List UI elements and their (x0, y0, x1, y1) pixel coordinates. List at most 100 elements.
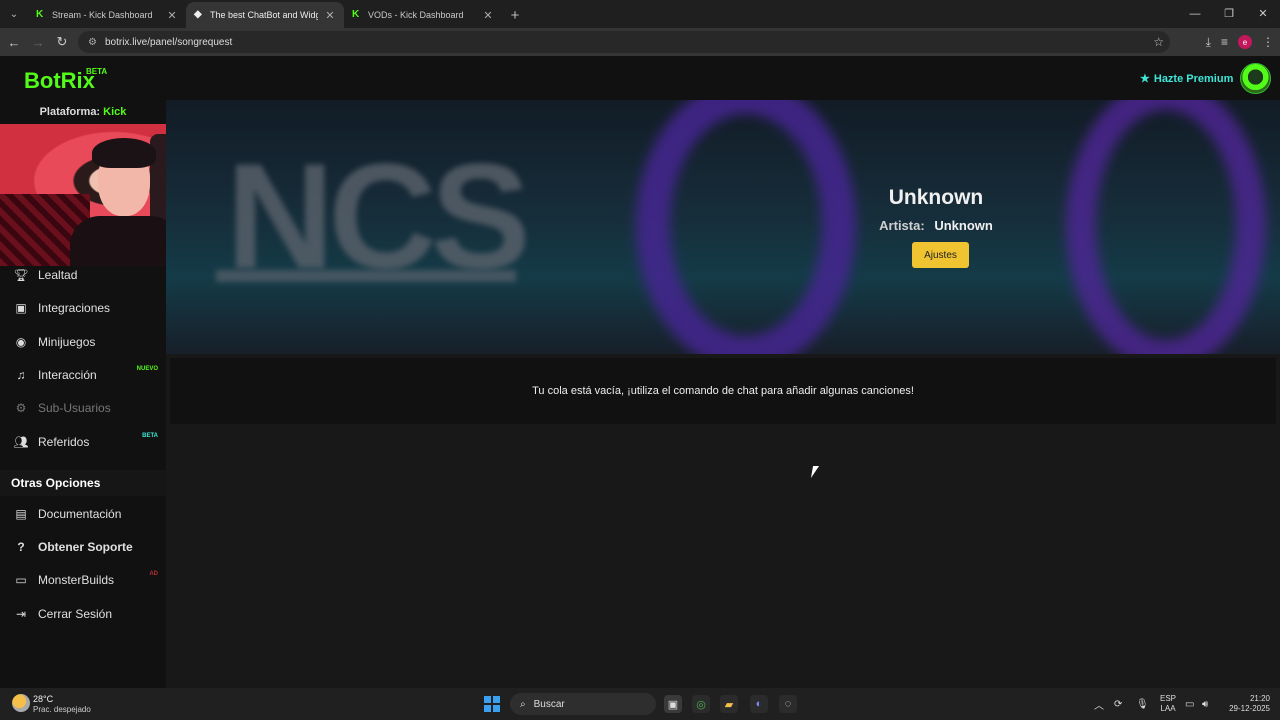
menu-dots-icon[interactable]: ⋮ (1262, 35, 1274, 49)
media-control-icon[interactable]: ≡ (1221, 35, 1228, 49)
clock-time: 21:20 (1249, 694, 1270, 703)
sidebar-item-label: Integraciones (38, 301, 111, 315)
new-badge: NUEVO (136, 366, 158, 372)
premium-label: Hazte Premium (1153, 72, 1234, 85)
tab-stream-dashboard[interactable]: K Stream - Kick Dashboard ✕ (28, 2, 186, 28)
kick-favicon-icon: K (352, 9, 360, 20)
taskbar-search[interactable]: ⌕ Buscar (510, 693, 656, 715)
restore-icon[interactable]: ❐ (1212, 0, 1246, 28)
sidebar-item-minijuegos[interactable]: ◉ Minijuegos (0, 327, 166, 357)
sidebar-item-sub-usuarios[interactable]: ⚙ Sub-Usuarios (0, 393, 166, 423)
task-view-icon[interactable]: ▣ (664, 695, 682, 713)
integrations-icon: ▣ (15, 301, 27, 315)
sidebar-item-cerrar-sesion[interactable]: ⇥ Cerrar Sesión (0, 599, 166, 629)
weather-icon[interactable] (12, 694, 30, 712)
address-bar[interactable]: ⚙ botrix.live/panel/songrequest ☆ (78, 31, 1170, 53)
user-avatar[interactable] (1240, 63, 1271, 94)
clock[interactable]: 21:20 29-12-2025 (1224, 694, 1270, 714)
file-explorer-icon[interactable]: ▰ (720, 695, 738, 713)
close-icon[interactable]: ✕ (166, 9, 178, 22)
sidebar-item-monsterbuilds[interactable]: ▭ MonsterBuilds AD (0, 565, 166, 595)
show-hidden-icons-icon[interactable]: ︿ (1094, 697, 1104, 712)
other-options-heading: Otras Opciones (0, 470, 166, 496)
users-icon: 👥︎ (13, 435, 29, 449)
microphone-icon[interactable]: 🎙︎ (1136, 699, 1149, 710)
tab-title: Stream - Kick Dashboard (52, 10, 153, 20)
volume-icon[interactable]: 🔊︎ (1202, 699, 1208, 710)
kick-favicon-icon: K (36, 9, 44, 20)
sidebar-item-label: Lealtad (38, 268, 78, 282)
sync-icon[interactable]: ⟳ (1114, 699, 1122, 710)
logout-icon: ⇥ (15, 607, 27, 621)
webcam-hair (92, 138, 156, 168)
settings-button[interactable]: Ajustes (912, 242, 969, 268)
music-icon: ♫ (16, 368, 26, 382)
star-icon: ★ (1140, 73, 1150, 85)
logo-beta-badge: BETA (86, 67, 108, 76)
mouse-cursor (810, 466, 820, 478)
botrix-favicon-icon: ◆ (194, 9, 202, 20)
sidebar-item-label: Cerrar Sesión (38, 607, 113, 621)
botrix-app: BotRix BETA ★ Hazte Premium Plataforma: … (0, 56, 1280, 688)
platform-value: Kick (103, 106, 127, 118)
banner-overlay (166, 100, 1280, 354)
clock-date: 29-12-2025 (1229, 704, 1270, 713)
tab-botrix[interactable]: ◆ The best ChatBot and Widgets ✕ (186, 2, 344, 28)
close-window-icon[interactable]: ✕ (1246, 0, 1280, 28)
close-icon[interactable]: ✕ (324, 9, 336, 22)
profile-avatar[interactable]: e (1238, 35, 1252, 49)
chrome-icon[interactable]: ◎ (692, 695, 710, 713)
bookmark-star-icon[interactable]: ☆ (1153, 35, 1164, 49)
lang-code: ESP (1160, 694, 1177, 703)
sidebar-item-label: MonsterBuilds (38, 573, 115, 587)
sidebar-item-label: Sub-Usuarios (38, 401, 111, 415)
toolbar-actions: ⤓ ≡ e ⋮ (1206, 28, 1274, 56)
language-indicator[interactable]: ESP LAA (1160, 694, 1176, 714)
app-icon[interactable]: ◌ (779, 695, 797, 713)
top-navbar: BotRix BETA ★ Hazte Premium (0, 56, 1280, 100)
network-icon[interactable]: ▭ (1185, 699, 1194, 710)
platform-label: Plataforma: (39, 106, 101, 118)
forward-icon[interactable]: → (26, 35, 50, 50)
song-queue: Tu cola está vacía, ¡utiliza el comando … (170, 358, 1276, 424)
sidebar-item-soporte[interactable]: ? Obtener Soporte (0, 532, 166, 562)
question-icon: ? (17, 540, 25, 554)
ad-badge: AD (149, 571, 158, 577)
sidebar-item-label: Referidos (38, 435, 90, 449)
weather-temperature[interactable]: 28°C (33, 694, 53, 704)
browser-toolbar: ← → ↻ ⚙ botrix.live/panel/songrequest ☆ … (0, 28, 1280, 56)
reload-icon[interactable]: ↻ (50, 34, 74, 50)
weather-description[interactable]: Prac. despejado (33, 705, 91, 714)
premium-link[interactable]: ★ Hazte Premium (1140, 72, 1234, 86)
sidebar-item-label: Minijuegos (38, 335, 96, 349)
new-tab-button[interactable]: + (502, 2, 528, 28)
botrix-logo[interactable]: BotRix (24, 68, 95, 94)
window-controls: — ❐ ✕ (1178, 0, 1280, 28)
minimize-icon[interactable]: — (1178, 0, 1212, 28)
queue-empty-message: Tu cola está vacía, ¡utiliza el comando … (532, 385, 914, 397)
platform-indicator: Plataforma: Kick (0, 106, 166, 118)
start-button[interactable] (484, 696, 500, 712)
layout-code: LAA (1160, 704, 1176, 713)
sidebar-item-integraciones[interactable]: ▣ Integraciones (0, 293, 166, 323)
tab-vods-dashboard[interactable]: K VODs - Kick Dashboard ✕ (344, 2, 502, 28)
sidebar-item-label: Interacción (38, 368, 97, 382)
sidebar-item-interaccion[interactable]: ♫ Interacción NUEVO (0, 360, 166, 390)
sidebar-item-label: Documentación (38, 507, 122, 521)
site-info-icon[interactable]: ⚙ (88, 37, 97, 48)
tab-search-button[interactable]: ⌄ (0, 0, 28, 28)
beta-badge: BETA (142, 433, 158, 439)
book-icon: ▤ (15, 507, 27, 521)
browser-tab-bar: ⌄ K Stream - Kick Dashboard ✕ ◆ The best… (0, 0, 1280, 28)
sidebar-item-referidos[interactable]: 👥︎ Referidos BETA (0, 427, 166, 457)
close-icon[interactable]: ✕ (482, 9, 494, 22)
sidebar-item-documentacion[interactable]: ▤ Documentación (0, 499, 166, 529)
discord-icon[interactable]: ◐ (750, 695, 768, 713)
url-text: botrix.live/panel/songrequest (104, 36, 233, 48)
search-icon: ⌕ (520, 698, 526, 710)
back-icon[interactable]: ← (2, 35, 26, 50)
download-icon[interactable]: ⤓ (1206, 35, 1211, 50)
song-title: Unknown (888, 186, 984, 209)
search-placeholder: Buscar (533, 698, 565, 710)
gamepad-icon: ◉ (15, 335, 27, 349)
